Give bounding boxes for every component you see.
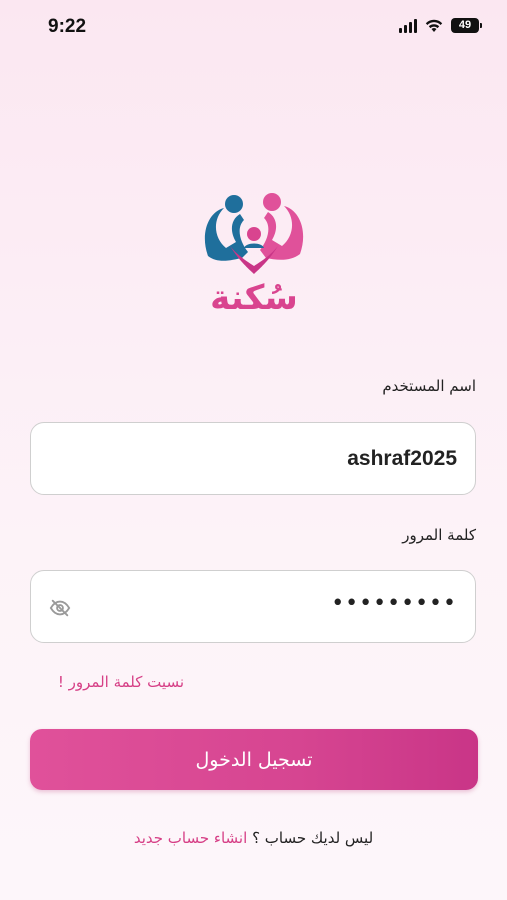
eye-off-icon[interactable] <box>49 597 71 619</box>
status-time: 9:22 <box>48 16 87 37</box>
forgot-password-link[interactable]: نسيت كلمة المرور ! <box>58 673 184 691</box>
create-account-link[interactable]: انشاء حساب جديد <box>134 829 247 847</box>
password-field[interactable]: ••••••••• <box>30 570 476 643</box>
cellular-signal-icon <box>399 18 417 33</box>
app-logo: سُكنة <box>200 186 308 320</box>
family-heart-logo-icon <box>204 193 304 274</box>
login-button[interactable]: تسجيل الدخول <box>30 729 478 790</box>
status-icons: 49 <box>399 18 482 33</box>
username-label: اسم المستخدم <box>382 377 476 395</box>
signup-prompt: ليس لديك حساب ؟ انشاء حساب جديد <box>0 829 507 847</box>
brand-name: سُكنة <box>210 278 298 318</box>
no-account-text: ليس لديك حساب ؟ <box>252 829 374 847</box>
password-label: كلمة المرور <box>402 526 476 544</box>
wifi-icon <box>425 19 443 32</box>
username-field[interactable] <box>30 422 476 495</box>
password-input[interactable]: ••••••••• <box>331 591 457 616</box>
username-input[interactable] <box>81 423 457 494</box>
battery-icon: 49 <box>451 18 482 33</box>
status-bar: 9:22 49 <box>0 0 507 56</box>
